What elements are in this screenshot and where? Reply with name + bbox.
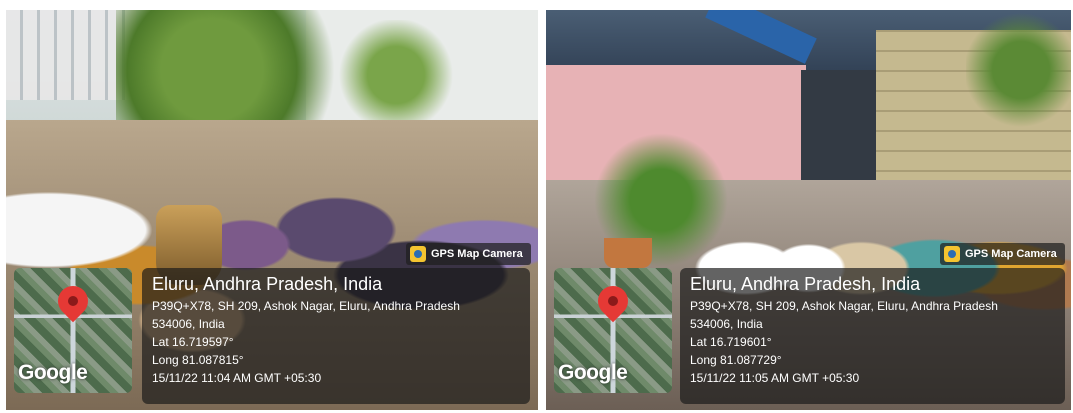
city: Eluru, Andhra Pradesh, India (152, 274, 383, 294)
address-line-1: P39Q+X78, SH 209, Ashok Nagar, Eluru, An… (152, 299, 460, 313)
pot (604, 238, 652, 268)
camera-icon (410, 246, 426, 262)
badge-label: GPS Map Camera (431, 248, 523, 260)
map-brand: Google (558, 361, 628, 384)
map-thumbnail: Google (14, 268, 132, 393)
map-thumbnail: Google (554, 268, 672, 393)
city: Eluru, Andhra Pradesh, India (690, 274, 921, 294)
photo-right: GPS Map Camera Google Eluru, Andhra Prad… (546, 10, 1071, 410)
map-brand: Google (18, 361, 88, 384)
gps-map-camera-badge: GPS Map Camera (406, 243, 531, 265)
gps-map-camera-badge: GPS Map Camera (940, 243, 1065, 265)
address-line-2: 534006, India (152, 317, 225, 331)
map-pin-icon (591, 279, 635, 323)
latitude: Lat 16.719597° (152, 335, 234, 349)
latitude: Lat 16.719601° (690, 335, 772, 349)
longitude: Long 81.087729° (690, 353, 782, 367)
badge-label: GPS Map Camera (965, 248, 1057, 260)
map-pin-icon (51, 279, 95, 323)
camera-icon (944, 246, 960, 262)
photo-left: GPS Map Camera Google Eluru, Andhra Prad… (6, 10, 538, 410)
address-line-1: P39Q+X78, SH 209, Ashok Nagar, Eluru, An… (690, 299, 998, 313)
longitude: Long 81.087815° (152, 353, 244, 367)
location-info: Eluru, Andhra Pradesh, India P39Q+X78, S… (680, 268, 1065, 404)
datetime: 15/11/22 11:05 AM GMT +05:30 (690, 371, 860, 385)
datetime: 15/11/22 11:04 AM GMT +05:30 (152, 371, 322, 385)
location-info: Eluru, Andhra Pradesh, India P39Q+X78, S… (142, 268, 530, 404)
address-line-2: 534006, India (690, 317, 763, 331)
